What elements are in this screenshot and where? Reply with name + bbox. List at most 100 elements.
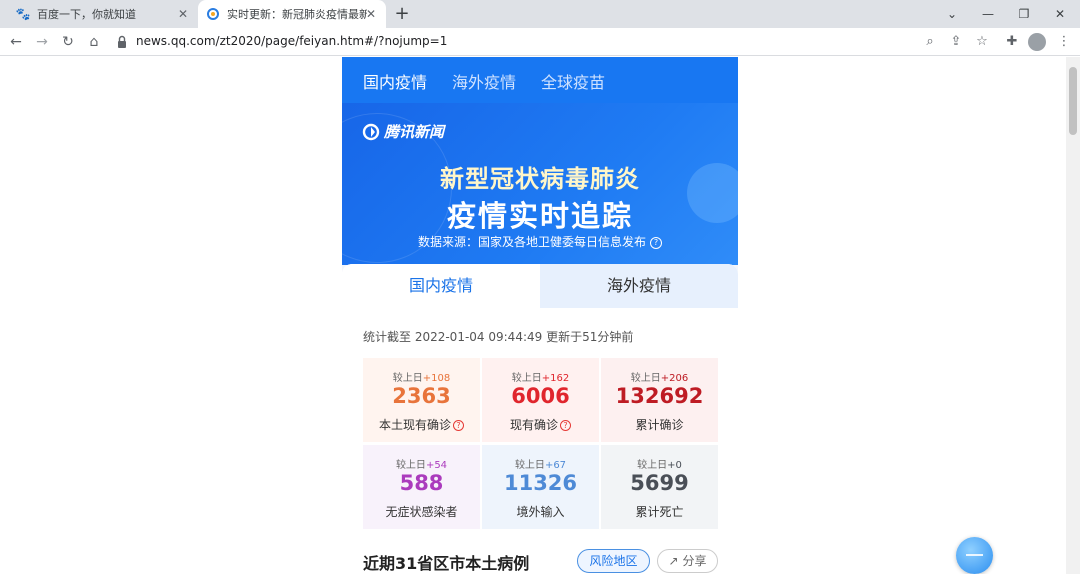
brand-name: 腾讯新闻 <box>384 123 445 141</box>
stat-value: 11326 <box>503 471 578 495</box>
reload-icon[interactable]: ↻ <box>58 32 78 52</box>
help-circle-icon[interactable]: ? <box>650 236 662 249</box>
scrollbar-thumb[interactable] <box>1069 67 1077 135</box>
stat-delta: 较上日+0 <box>601 456 718 471</box>
browser-tab-strip: 🐾 百度一下，你就知道 ✕ 实时更新：新冠肺炎疫情最新动态 ✕ + ⌄ — ❐ … <box>0 0 1080 28</box>
stat-delta: 较上日+206 <box>601 369 718 384</box>
risk-areas-button[interactable]: 风险地区 <box>577 549 650 573</box>
epidemic-page: 国内疫情 海外疫情 全球疫苗 腾讯新闻 新型冠状病毒肺炎 疫情实时追踪 数据来源… <box>342 57 738 574</box>
back-arrow-icon[interactable]: ← <box>6 32 26 52</box>
tencent-news-logo-icon <box>362 123 380 140</box>
stat-delta-label: 较上日 <box>511 373 542 384</box>
browser-tab-active[interactable]: 实时更新：新冠肺炎疫情最新动态 ✕ <box>198 0 386 28</box>
close-tab-icon[interactable]: ✕ <box>364 7 378 21</box>
tab-title: 实时更新：新冠肺炎疫情最新动态 <box>227 8 367 21</box>
stat-label-wrap: 无症状感染者 <box>363 503 480 520</box>
stat-tile: 较上日+67 11326 境外输入 <box>482 445 599 529</box>
stat-delta-label: 较上日 <box>630 373 661 384</box>
tab-search-icon[interactable]: ⌄ <box>934 0 970 28</box>
nav-domestic[interactable]: 国内疫情 <box>363 69 427 93</box>
new-tab-button[interactable]: + <box>392 4 412 24</box>
stat-label: 境外输入 <box>516 505 565 519</box>
stat-value: 132692 <box>615 384 704 408</box>
stat-delta: 较上日+67 <box>482 456 599 471</box>
stat-delta: 较上日+54 <box>363 456 480 471</box>
share-page-icon[interactable]: ⇪ <box>946 32 966 52</box>
stat-label: 无症状感染者 <box>385 505 458 519</box>
stat-label: 现有确诊 <box>509 418 558 432</box>
stat-tile: 较上日+54 588 无症状感染者 <box>363 445 480 529</box>
home-icon[interactable]: ⌂ <box>84 32 104 52</box>
address-bar[interactable]: news.qq.com/zt2020/page/feiyan.htm#/?noj… <box>136 34 447 48</box>
stat-delta-value: +54 <box>425 460 448 471</box>
zoom-icon[interactable]: ⌕ <box>920 32 940 52</box>
baidu-paw-icon: 🐾 <box>15 7 31 21</box>
menu-dots-icon[interactable]: ⋮ <box>1054 32 1074 52</box>
stat-value: 5699 <box>630 471 689 495</box>
hero-banner: 腾讯新闻 新型冠状病毒肺炎 疫情实时追踪 数据来源：国家及各地卫健委每日信息发布… <box>342 103 738 265</box>
section-header: 近期31省区市本土病例 风险地区 ↗ 分享 <box>363 547 718 574</box>
window-close-icon[interactable]: ✕ <box>1042 0 1078 28</box>
float-dash-icon <box>966 554 983 556</box>
forward-arrow-icon[interactable]: → <box>32 32 52 52</box>
profile-avatar-icon[interactable] <box>1028 33 1046 51</box>
browser-tab-baidu[interactable]: 🐾 百度一下，你就知道 ✕ <box>8 0 198 28</box>
stat-delta: 较上日+108 <box>363 369 480 384</box>
stat-tile: 较上日+162 6006 现有确诊? <box>482 358 599 442</box>
stat-delta-label: 较上日 <box>395 460 426 471</box>
share-label: 分享 <box>682 554 707 568</box>
headline-line1: 新型冠状病毒肺炎 <box>440 165 640 193</box>
stat-delta-value: +162 <box>541 373 570 384</box>
headline-line2: 疫情实时追踪 <box>446 199 633 233</box>
stat-label: 累计死亡 <box>635 505 684 519</box>
tab-title: 百度一下，你就知道 <box>37 8 136 21</box>
stat-label-wrap: 境外输入 <box>482 503 599 520</box>
stat-tile: 较上日+206 132692 累计确诊 <box>601 358 718 442</box>
stat-delta-value: +0 <box>667 460 682 471</box>
stats-card: 国内疫情 海外疫情 统计截至 2022-01-04 09:44:49 更新于51… <box>342 264 738 574</box>
section-title: 近期31省区市本土病例 <box>363 554 530 573</box>
stat-label-wrap: 累计死亡 <box>601 503 718 520</box>
tencent-news-icon <box>206 7 220 21</box>
restore-icon[interactable]: ❐ <box>1006 0 1042 28</box>
nav-overseas[interactable]: 海外疫情 <box>452 69 516 93</box>
lock-icon[interactable] <box>117 35 127 49</box>
tab-overseas[interactable]: 海外疫情 <box>540 264 738 308</box>
help-circle-icon[interactable]: ? <box>453 420 464 431</box>
share-arrow-icon: ↗ <box>668 554 679 568</box>
floating-action-button[interactable] <box>956 537 993 574</box>
stat-value: 588 <box>399 471 444 495</box>
stat-delta-label: 较上日 <box>637 460 668 471</box>
stat-delta-label: 较上日 <box>392 373 423 384</box>
sub-tab-bar: 国内疫情 海外疫情 <box>342 264 738 308</box>
stat-delta-value: +67 <box>544 460 567 471</box>
stat-tile: 较上日+108 2363 本土现有确诊? <box>363 358 480 442</box>
help-circle-icon[interactable]: ? <box>560 420 571 431</box>
nav-global-vaccine[interactable]: 全球疫苗 <box>541 69 605 93</box>
stat-label: 本土现有确诊 <box>378 418 451 432</box>
tab-domestic[interactable]: 国内疫情 <box>342 264 540 308</box>
stat-label-wrap: 本土现有确诊? <box>363 416 480 433</box>
stat-delta-value: +206 <box>660 373 689 384</box>
stat-value: 2363 <box>392 384 451 408</box>
data-source: 数据来源：国家及各地卫健委每日信息发布? <box>342 233 738 250</box>
stats-grid: 较上日+108 2363 本土现有确诊? 较上日+162 6006 现有确诊? 较上日+20… <box>363 358 718 530</box>
extensions-puzzle-icon[interactable]: ✚ <box>1002 32 1022 52</box>
share-button[interactable]: ↗ 分享 <box>657 549 718 573</box>
data-source-text: 数据来源：国家及各地卫健委每日信息发布 <box>417 235 646 249</box>
browser-toolbar: ← → ↻ ⌂ news.qq.com/zt2020/page/feiyan.h… <box>0 28 1080 56</box>
minimize-icon[interactable]: — <box>970 0 1006 28</box>
stat-label: 累计确诊 <box>635 418 684 432</box>
stat-delta-value: +108 <box>422 373 451 384</box>
update-timestamp: 统计截至 2022-01-04 09:44:49 更新于51分钟前 <box>363 330 634 344</box>
stat-tile: 较上日+0 5699 累计死亡 <box>601 445 718 529</box>
top-nav: 国内疫情 海外疫情 全球疫苗 <box>342 57 738 103</box>
stat-label-wrap: 累计确诊 <box>601 416 718 433</box>
page-scrollbar[interactable] <box>1066 57 1080 574</box>
stat-delta: 较上日+162 <box>482 369 599 384</box>
stat-delta-label: 较上日 <box>514 460 545 471</box>
brand-logo: 腾讯新闻 <box>362 121 444 142</box>
stat-value: 6006 <box>511 384 570 408</box>
bookmark-star-icon[interactable]: ☆ <box>972 32 992 52</box>
close-tab-icon[interactable]: ✕ <box>176 7 190 21</box>
